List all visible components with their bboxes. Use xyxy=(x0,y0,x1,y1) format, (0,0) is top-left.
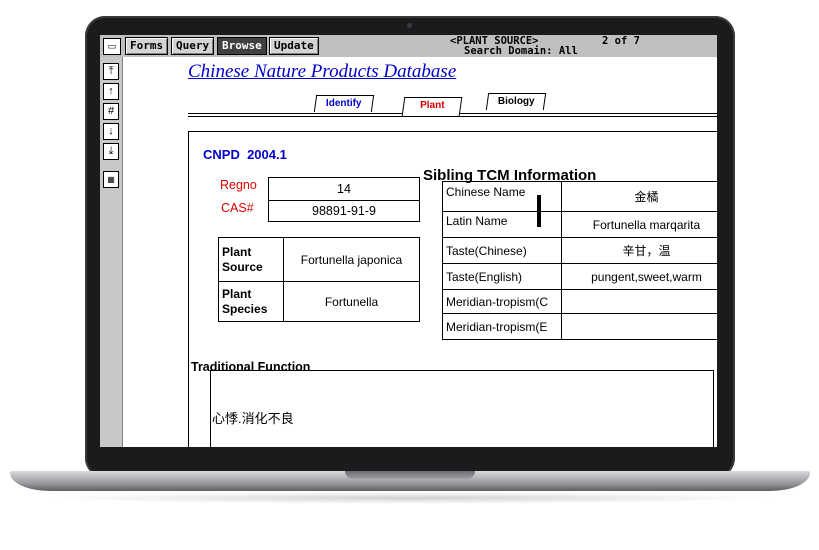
plant-species-label: Plant Species xyxy=(218,281,284,322)
tab-identify[interactable]: Identify xyxy=(313,95,375,112)
cas-label: CAS# xyxy=(221,201,254,215)
regno-label: Regno xyxy=(220,178,257,192)
table-row: Meridian-tropism(E xyxy=(442,313,717,340)
meridian-tropism-e-value[interactable] xyxy=(561,313,717,340)
plant-info-table: Plant Source Fortunella japonica Plant S… xyxy=(218,237,420,322)
taste-english-value[interactable]: pungent,sweet,warm xyxy=(561,263,717,290)
laptop-notch xyxy=(345,471,475,479)
regno-field[interactable]: 14 xyxy=(268,177,420,201)
database-title[interactable]: Chinese Nature Products Database xyxy=(188,61,456,83)
cnpd-label: CNPD xyxy=(203,147,240,162)
search-domain-status: Search Domain: All xyxy=(464,45,578,57)
taste-chinese-value[interactable]: 辛甘，温 xyxy=(561,237,717,264)
last-record-icon[interactable]: ⤓ xyxy=(103,143,119,160)
next-record-icon[interactable]: ↓ xyxy=(103,123,119,140)
camera-icon xyxy=(407,23,412,28)
query-button[interactable]: Query xyxy=(171,37,215,55)
browse-button[interactable]: Browse xyxy=(217,37,267,55)
table-row: Chinese Name 金橘 xyxy=(442,181,717,212)
table-row: Meridian-tropism(C xyxy=(442,289,717,314)
menu-bar: ▭ Forms Query Browse Update <PLANT SOURC… xyxy=(100,35,717,58)
text-cursor xyxy=(537,195,541,227)
meridian-tropism-c-label: Meridian-tropism(C xyxy=(442,289,562,314)
tab-biology[interactable]: Biology xyxy=(485,93,547,110)
record-nav-strip: ⤒ ↑ # ↓ ⤓ ▦ xyxy=(100,57,123,447)
taste-english-label: Taste(English) xyxy=(442,263,562,290)
update-button[interactable]: Update xyxy=(269,37,319,55)
cnpd-version: CNPD 2004.1 xyxy=(203,147,287,162)
record-position: 2 of 7 xyxy=(602,35,640,47)
latin-name-label: Latin Name xyxy=(442,211,562,238)
plant-source-label: Plant Source xyxy=(218,237,284,282)
app-control-icon[interactable]: ▭ xyxy=(103,38,121,55)
meridian-tropism-e-label: Meridian-tropism(E xyxy=(442,313,562,340)
traditional-function-text: 心悸.消化不良 xyxy=(212,411,294,426)
table-row: Latin Name Fortunella marqarita xyxy=(442,211,717,238)
tab-plant[interactable]: Plant xyxy=(401,97,463,116)
first-record-icon[interactable]: ⤒ xyxy=(103,63,119,80)
screen: ▭ Forms Query Browse Update <PLANT SOURC… xyxy=(100,35,717,447)
keypad-icon[interactable]: ▦ xyxy=(103,171,119,188)
traditional-function-field[interactable]: 心悸.消化不良 xyxy=(210,370,714,447)
meridian-tropism-c-value[interactable] xyxy=(561,289,717,314)
latin-name-value[interactable]: Fortunella marqarita xyxy=(561,211,717,238)
prev-record-icon[interactable]: ↑ xyxy=(103,83,119,100)
table-row: Taste(Chinese) 辛甘，温 xyxy=(442,237,717,264)
forms-button[interactable]: Forms xyxy=(125,37,169,55)
chinese-name-value[interactable]: 金橘 xyxy=(561,181,717,212)
chinese-name-label: Chinese Name xyxy=(442,181,562,212)
plant-species-value[interactable]: Fortunella xyxy=(283,281,420,322)
laptop-shadow xyxy=(40,492,780,504)
plant-source-value[interactable]: Fortunella japonica xyxy=(283,237,420,282)
goto-record-icon[interactable]: # xyxy=(103,103,119,120)
sibling-tcm-table: Chinese Name 金橘 Latin Name Fortunella ma… xyxy=(442,181,717,340)
cnpd-version-value: 2004.1 xyxy=(247,147,287,162)
taste-chinese-label: Taste(Chinese) xyxy=(442,237,562,264)
table-row: Taste(English) pungent,sweet,warm xyxy=(442,263,717,290)
cas-field[interactable]: 98891-91-9 xyxy=(268,200,420,222)
